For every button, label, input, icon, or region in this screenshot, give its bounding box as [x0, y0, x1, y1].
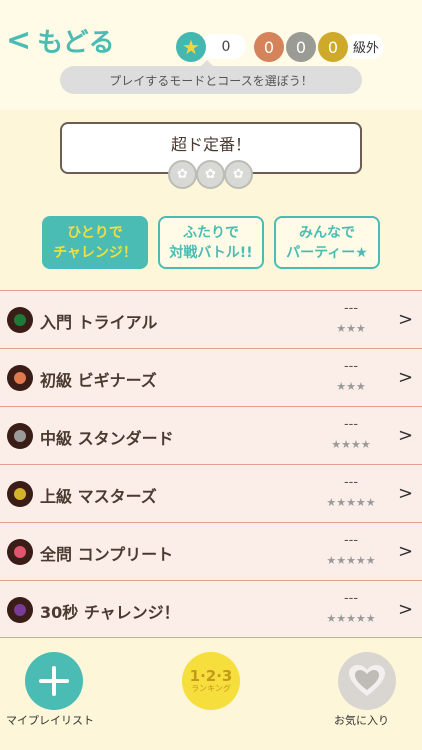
mode-solo-button[interactable]: ひとりで チャレンジ！ — [42, 216, 148, 269]
level-stars: ★★★ — [336, 322, 366, 335]
level-stars: ★★★★★ — [326, 496, 376, 509]
mode-line1: ふたりで — [183, 224, 239, 241]
mode-versus-button[interactable]: ふたりで 対戦バトル!! — [158, 216, 264, 269]
mode-line2: 対戦バトル!! — [169, 244, 253, 261]
level-row-complete[interactable]: 全問 コンプリート --- ★★★★★ > — [0, 522, 422, 580]
silver-medal-count: 0 — [286, 32, 316, 62]
record-disc-icon — [7, 365, 33, 391]
rosette-icon: ✿ — [168, 160, 197, 189]
level-score: --- — [343, 301, 359, 316]
disc-center — [14, 488, 26, 500]
level-score: --- — [343, 591, 359, 606]
disc-center — [14, 314, 26, 326]
back-label: もどる — [37, 28, 115, 58]
mode-selector: ひとりで チャレンジ！ ふたりで 対戦バトル!! みんなで パーティー★ — [42, 216, 382, 270]
bronze-medal-count: 0 — [254, 32, 284, 62]
chevron-right-icon: > — [398, 367, 414, 388]
mode-line1: みんなで — [299, 224, 355, 241]
level-score: --- — [343, 533, 359, 548]
level-label: 初級 ビギナーズ — [40, 371, 157, 390]
rosette-icon: ✿ — [224, 160, 253, 189]
record-disc-icon — [7, 539, 33, 565]
disc-center — [14, 604, 26, 616]
mode-line1: ひとりで — [67, 224, 123, 241]
level-label: 全問 コンプリート — [40, 545, 174, 564]
disc-center — [14, 546, 26, 558]
hint-bubble: プレイするモードとコースを選ぼう！ — [60, 66, 362, 94]
chevron-right-icon: > — [398, 483, 414, 504]
ranking-number: 1·2·3 — [189, 667, 233, 685]
favorite-label: お気に入り — [334, 714, 389, 727]
course-title: 超ド定番！ — [170, 135, 251, 154]
level-row-trial[interactable]: 入門 トライアル --- ★★★ > — [0, 290, 422, 348]
level-stars: ★★★★★ — [326, 612, 376, 625]
level-stars: ★★★ — [336, 380, 366, 393]
level-row-masters[interactable]: 上級 マスターズ --- ★★★★★ > — [0, 464, 422, 522]
gold-medal-count: 0 — [318, 32, 348, 62]
level-stars: ★★★★ — [331, 438, 371, 451]
mode-line2: パーティー★ — [286, 244, 368, 261]
back-button[interactable]: < もどる — [6, 22, 115, 59]
level-row-beginners[interactable]: 初級 ビギナーズ --- ★★★ > — [0, 348, 422, 406]
level-list: 入門 トライアル --- ★★★ > 初級 ビギナーズ --- ★★★ > 中級… — [0, 290, 422, 638]
heart-icon — [349, 665, 385, 696]
chevron-right-icon: > — [398, 425, 414, 446]
level-score: --- — [343, 359, 359, 374]
level-score: --- — [343, 475, 359, 490]
record-disc-icon — [7, 597, 33, 623]
rosette-icon: ✿ — [196, 160, 225, 189]
record-disc-icon — [7, 423, 33, 449]
bottom-bar: マイプレイリスト 1·2·3 ランキング お気に入り — [0, 640, 422, 750]
chevron-right-icon: > — [398, 309, 414, 330]
ranking-sub: ランキング — [191, 684, 231, 693]
mode-line2: チャレンジ！ — [53, 244, 137, 261]
star-icon: ★ — [176, 32, 206, 62]
playlist-label: マイプレイリスト — [6, 714, 94, 727]
level-row-standard[interactable]: 中級 スタンダード --- ★★★★ > — [0, 406, 422, 464]
rank-badge: 級外 — [344, 34, 384, 59]
add-playlist-button[interactable] — [25, 652, 83, 710]
level-row-30sec[interactable]: 30秒 チャレンジ！ --- ★★★★★ > — [0, 580, 422, 638]
level-label: 中級 スタンダード — [40, 429, 174, 448]
record-disc-icon — [7, 481, 33, 507]
favorite-button[interactable] — [338, 652, 396, 710]
star-count: 0 — [200, 34, 246, 59]
level-label: 30秒 チャレンジ！ — [40, 603, 180, 622]
record-disc-icon — [7, 307, 33, 333]
ranking-button[interactable]: 1·2·3 ランキング — [182, 652, 240, 710]
level-label: 上級 マスターズ — [40, 487, 157, 506]
rosette-group: ✿ ✿ ✿ — [168, 160, 253, 189]
disc-center — [14, 372, 26, 384]
level-score: --- — [343, 417, 359, 432]
chevron-right-icon: > — [398, 599, 414, 620]
mode-party-button[interactable]: みんなで パーティー★ — [274, 216, 380, 269]
level-label: 入門 トライアル — [40, 313, 158, 332]
chevron-left-icon: < — [6, 22, 32, 58]
header: < もどる 0 ★ 0 0 級外 0 プレイするモードとコースを選ぼう！ — [0, 0, 422, 110]
level-stars: ★★★★★ — [326, 554, 376, 567]
disc-center — [14, 430, 26, 442]
chevron-right-icon: > — [398, 541, 414, 562]
